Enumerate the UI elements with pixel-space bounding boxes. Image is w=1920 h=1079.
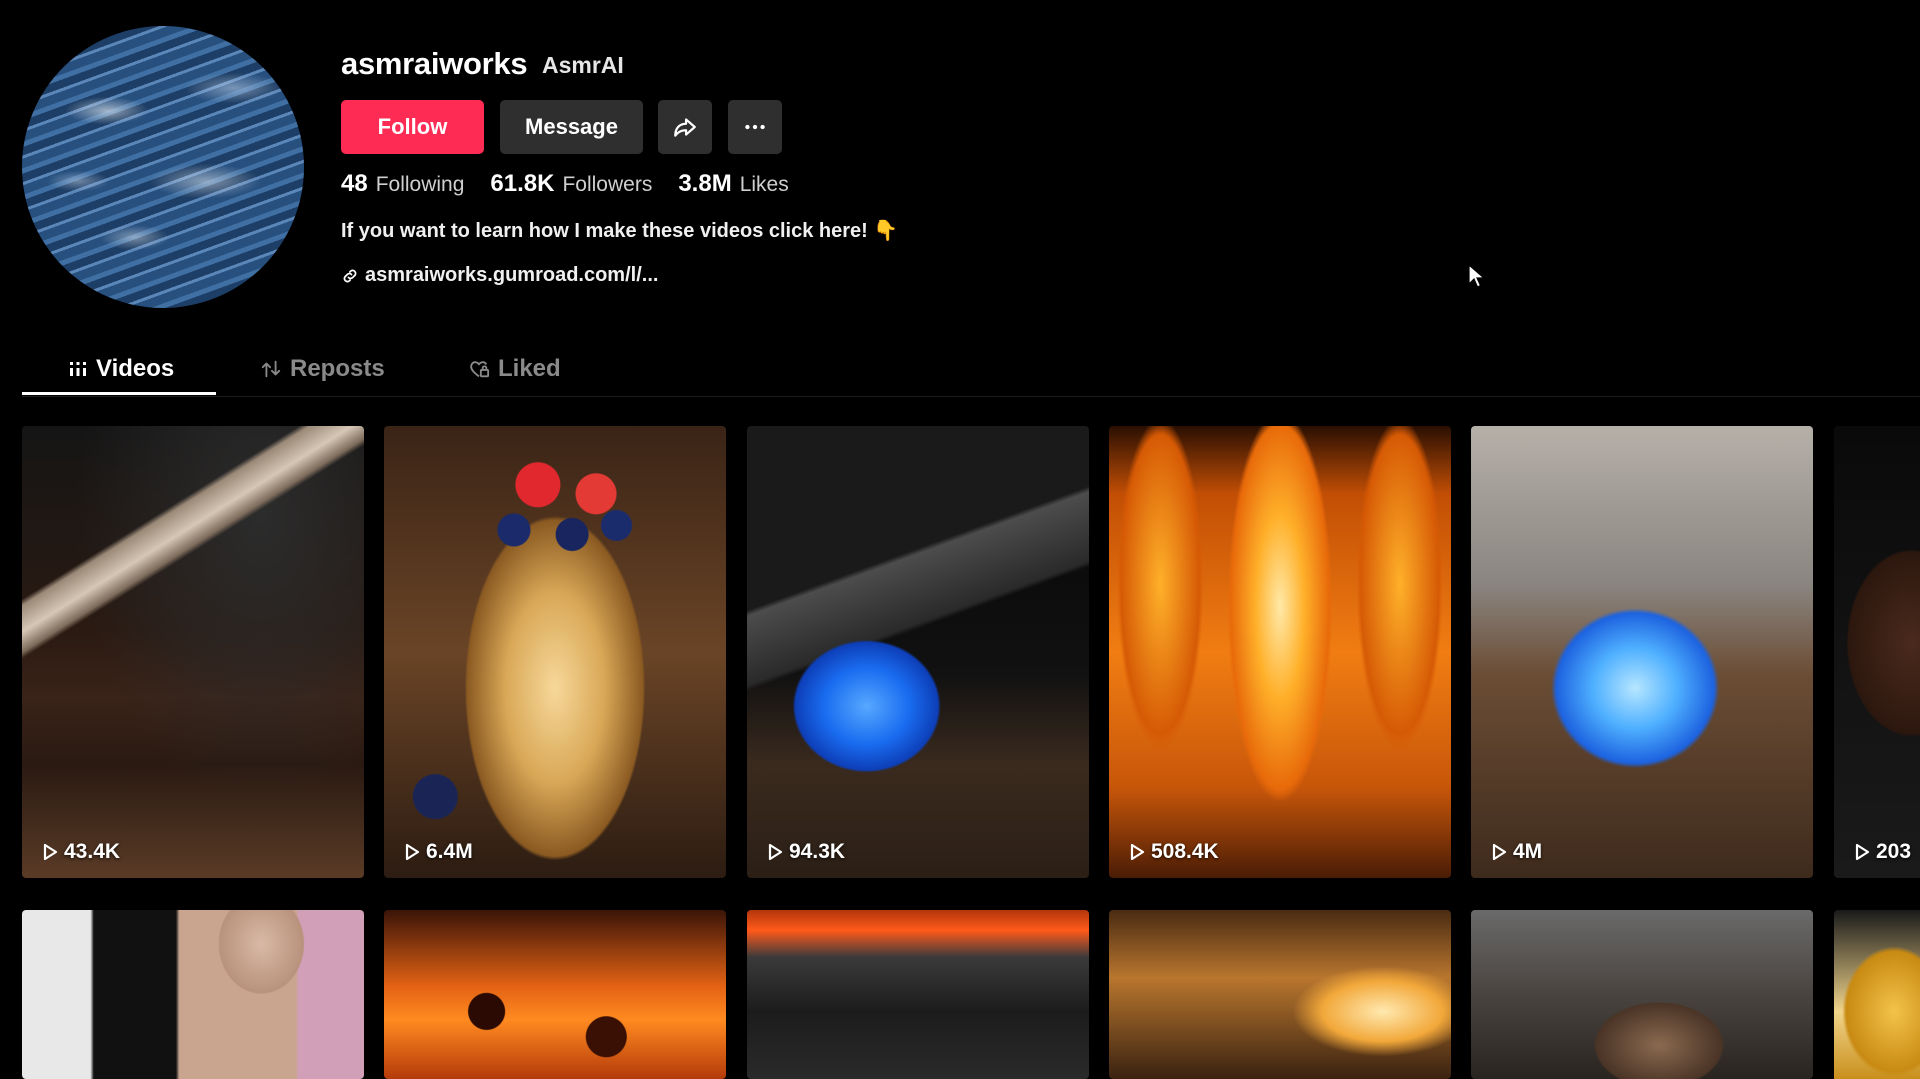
profile-stats: 48 Following 61.8K Followers 3.8M Likes bbox=[341, 170, 815, 198]
video-card[interactable]: 508.4K bbox=[1109, 426, 1451, 878]
followers-count: 61.8K bbox=[490, 170, 555, 197]
video-card[interactable] bbox=[1471, 910, 1813, 1079]
video-views: 508.4K bbox=[1129, 840, 1219, 864]
video-card[interactable] bbox=[1109, 910, 1451, 1079]
profile-nickname: AsmrAI bbox=[542, 52, 624, 78]
link-icon bbox=[343, 269, 357, 282]
video-views: 43.4K bbox=[42, 840, 120, 864]
profile-link-text: asmraiworks.gumroad.com/l/... bbox=[365, 264, 659, 286]
video-views-count: 203 bbox=[1876, 840, 1912, 863]
likes-count: 3.8M bbox=[678, 170, 732, 197]
tab-liked-label: Liked bbox=[498, 355, 561, 382]
video-card[interactable]: 43.4K bbox=[22, 426, 364, 878]
video-views-count: 43.4K bbox=[64, 840, 121, 863]
video-views-count: 508.4K bbox=[1151, 840, 1219, 863]
tab-videos-label: Videos bbox=[96, 355, 175, 382]
following-count: 48 bbox=[341, 170, 368, 197]
video-views: 203 bbox=[1854, 840, 1911, 864]
video-views-count: 94.3K bbox=[789, 840, 846, 863]
profile-tabs: Videos Reposts Liked bbox=[22, 344, 1920, 397]
video-card[interactable] bbox=[747, 910, 1089, 1079]
grid-icon bbox=[70, 362, 86, 376]
video-card[interactable] bbox=[22, 910, 364, 1079]
profile-username: asmraiworks bbox=[341, 46, 528, 81]
active-tab-indicator bbox=[22, 392, 216, 395]
share-button[interactable] bbox=[658, 100, 712, 154]
play-icon bbox=[1492, 843, 1507, 861]
followers-label: Followers bbox=[562, 173, 653, 196]
video-card[interactable]: 94.3K bbox=[747, 426, 1089, 878]
play-icon bbox=[1855, 843, 1870, 861]
video-card[interactable]: 6.4M bbox=[384, 426, 726, 878]
heart-lock-icon bbox=[470, 361, 490, 378]
followers-stat[interactable]: 61.8K Followers bbox=[490, 170, 652, 198]
video-card[interactable] bbox=[1834, 910, 1920, 1079]
play-icon bbox=[43, 843, 58, 861]
message-button[interactable]: Message bbox=[500, 100, 643, 154]
video-views: 4M bbox=[1491, 840, 1542, 864]
play-icon bbox=[405, 843, 420, 861]
more-options-button[interactable] bbox=[728, 100, 782, 154]
follow-button[interactable]: Follow bbox=[341, 100, 484, 154]
likes-stat: 3.8M Likes bbox=[678, 170, 788, 198]
video-views-count: 6.4M bbox=[426, 840, 473, 863]
following-label: Following bbox=[375, 173, 465, 196]
profile-bio: If you want to learn how I make these vi… bbox=[341, 220, 899, 242]
more-icon bbox=[745, 124, 765, 130]
tab-videos[interactable]: Videos bbox=[68, 344, 174, 394]
tab-liked[interactable]: Liked bbox=[468, 344, 561, 394]
play-icon bbox=[1130, 843, 1145, 861]
following-stat[interactable]: 48 Following bbox=[341, 170, 464, 198]
repost-icon bbox=[261, 360, 281, 378]
tab-reposts[interactable]: Reposts bbox=[260, 344, 385, 394]
play-icon bbox=[768, 843, 783, 861]
profile-link[interactable]: asmraiworks.gumroad.com/l/... bbox=[341, 264, 658, 287]
video-card[interactable] bbox=[384, 910, 726, 1079]
likes-label: Likes bbox=[739, 173, 789, 196]
tab-reposts-label: Reposts bbox=[290, 355, 385, 382]
video-views-count: 4M bbox=[1513, 840, 1543, 863]
video-card[interactable]: 4M bbox=[1471, 426, 1813, 878]
mouse-cursor-icon bbox=[1468, 264, 1486, 288]
video-views: 6.4M bbox=[404, 840, 473, 864]
video-views: 94.3K bbox=[767, 840, 845, 864]
share-icon bbox=[674, 118, 696, 137]
video-card[interactable]: 203 bbox=[1834, 426, 1920, 878]
profile-avatar[interactable] bbox=[22, 26, 304, 308]
